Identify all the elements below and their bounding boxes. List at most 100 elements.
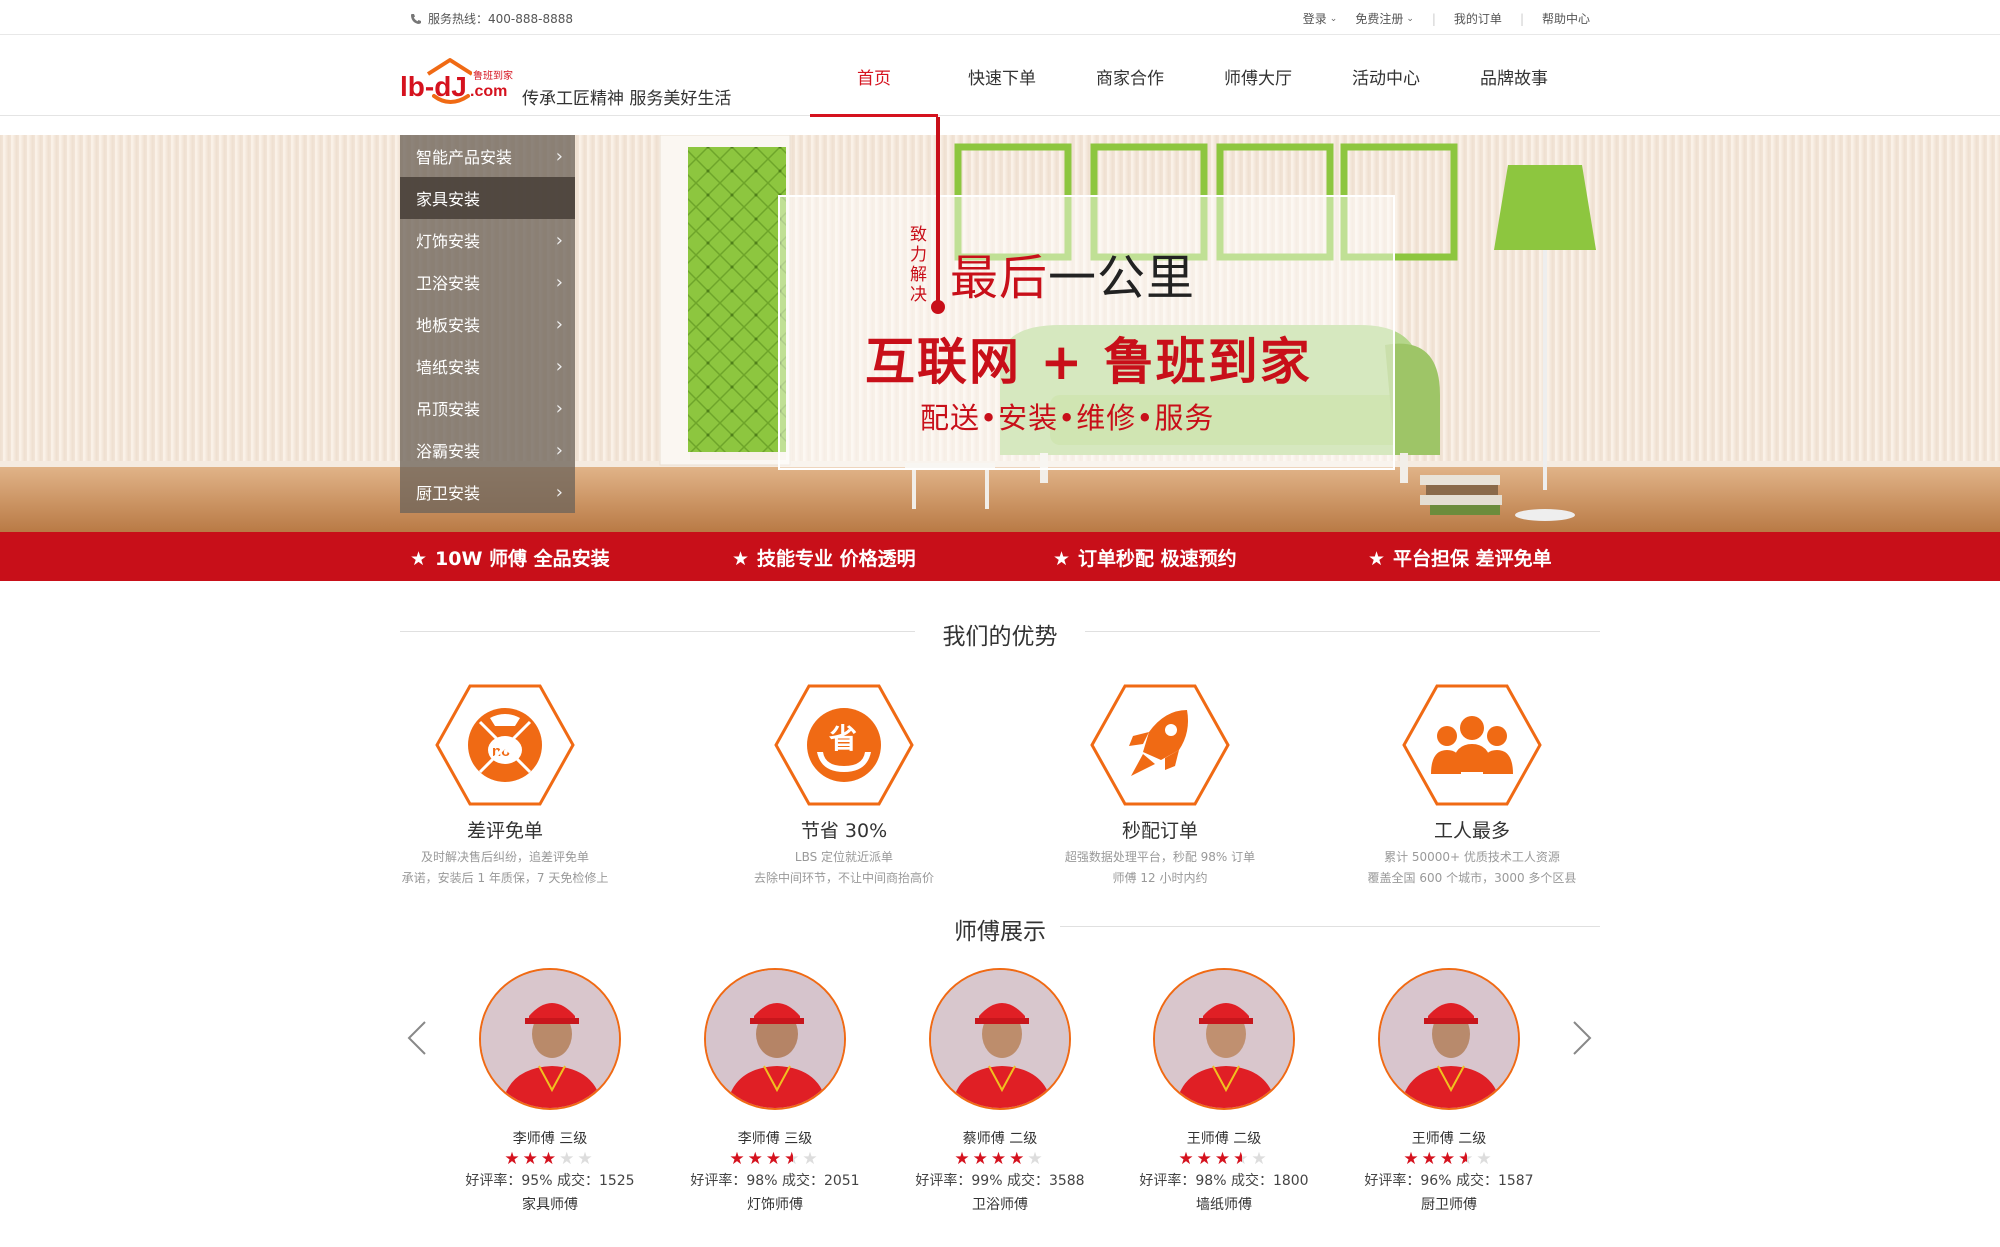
star-icon: ★ bbox=[765, 1149, 785, 1169]
star-icon: ★ bbox=[732, 548, 750, 570]
star-icon: ★ bbox=[1476, 1149, 1495, 1169]
master-photo bbox=[706, 970, 844, 1108]
category-item-flooring[interactable]: 地板安装 › bbox=[400, 303, 575, 345]
header: lb-dJ .com 鲁班到家 传承工匠精神 服务美好生活 首页 快速下单 商家… bbox=[0, 36, 2000, 117]
rating-stars: ★★★★★ bbox=[675, 1150, 875, 1168]
star-icon: ★ bbox=[1178, 1149, 1197, 1169]
nav-quick-order[interactable]: 快速下单 bbox=[938, 36, 1066, 116]
register-link[interactable]: 免费注册 ⌄ bbox=[1355, 10, 1414, 27]
chevron-right-icon: › bbox=[555, 355, 563, 377]
svg-text:省: 省 bbox=[829, 722, 857, 755]
advantage-item: 工人最多 累计 50000+ 优质技术工人资源 覆盖全国 600 个城市，3000… bbox=[1352, 680, 1592, 889]
star-icon: ★ bbox=[1421, 1149, 1440, 1169]
avatar bbox=[704, 968, 846, 1110]
star-icon: ★ bbox=[729, 1149, 748, 1169]
avatar bbox=[1153, 968, 1295, 1110]
category-item-bathroom[interactable]: 卫浴安装 › bbox=[400, 261, 575, 303]
advantage-item: 省 节省 30% LBS 定位就近派单 去除中间环节，不让中间商抬高价 bbox=[724, 680, 964, 889]
master-card[interactable]: 王师傅 二级 ★★★★★ 好评率：98% 成交：1800 墙纸师傅 bbox=[1124, 968, 1324, 1214]
features-strip: ★ 10W 师傅 全品安装 ★ 技能专业 价格透明 ★ 订单秒配 极速预约 ★ 平台担保… bbox=[0, 532, 2000, 581]
category-item-furniture[interactable]: 家具安装 bbox=[400, 177, 575, 219]
category-item-wallpaper[interactable]: 墙纸安装 › bbox=[400, 345, 575, 387]
avatar bbox=[929, 968, 1071, 1110]
chevron-right-icon bbox=[1573, 1021, 1592, 1055]
carousel-next-arrow[interactable] bbox=[1570, 1018, 1594, 1068]
star-icon: ★ bbox=[1027, 1149, 1046, 1169]
masters-title: 师傅展示 bbox=[400, 912, 1600, 945]
star-icon: ★ bbox=[802, 1149, 821, 1169]
nav-brand-story[interactable]: 品牌故事 bbox=[1450, 36, 1578, 116]
nav-merchant[interactable]: 商家合作 bbox=[1066, 36, 1194, 116]
svg-text:lb-dJ: lb-dJ bbox=[400, 71, 467, 102]
avatar bbox=[1378, 968, 1520, 1110]
master-card[interactable]: 蔡师傅 二级 ★★★★★ 好评率：99% 成交：3588 卫浴师傅 bbox=[900, 968, 1100, 1214]
master-card[interactable]: 王师傅 二级 ★★★★★ 好评率：96% 成交：1587 厨卫师傅 bbox=[1349, 968, 1549, 1214]
top-nav: 登录 ⌄ 免费注册 ⌄ | 我的订单 | 帮助中心 bbox=[1303, 10, 1590, 27]
star-icon: ★ bbox=[1368, 548, 1386, 570]
star-icon: ★ bbox=[522, 1149, 541, 1169]
hotline-text: 服务热线：400-888-8888 bbox=[428, 12, 574, 26]
feature-item: ★ 技能专业 价格透明 bbox=[732, 548, 916, 570]
no-bad-review-icon: no bbox=[435, 684, 575, 806]
phone-icon bbox=[411, 13, 421, 24]
divider: | bbox=[1519, 11, 1524, 26]
nav-activity[interactable]: 活动中心 bbox=[1322, 36, 1450, 116]
star-icon: ★ bbox=[1251, 1149, 1270, 1169]
master-card[interactable]: 李师傅 三级 ★★★★★ 好评率：95% 成交：1525 家具师傅 bbox=[450, 968, 650, 1214]
advantage-item: 秒配订单 超强数据处理平台，秒配 98% 订单 师傅 12 小时内约 bbox=[1040, 680, 1280, 889]
feature-item: ★ 10W 师傅 全品安装 bbox=[410, 548, 610, 570]
category-item-bath-heater[interactable]: 浴霸安装 › bbox=[400, 429, 575, 471]
logo[interactable]: lb-dJ .com 鲁班到家 bbox=[398, 56, 516, 106]
chevron-right-icon: › bbox=[555, 229, 563, 251]
feature-item: ★ 订单秒配 极速预约 bbox=[1053, 548, 1237, 570]
category-item-ceiling[interactable]: 吊顶安装 › bbox=[400, 387, 575, 429]
main-nav: 首页 快速下单 商家合作 师傅大厅 活动中心 品牌故事 bbox=[810, 36, 1578, 117]
category-item-smart-products[interactable]: 智能产品安装 › bbox=[400, 135, 575, 177]
feature-item: ★ 平台担保 差评免单 bbox=[1368, 548, 1552, 570]
nav-master-hall[interactable]: 师傅大厅 bbox=[1194, 36, 1322, 116]
chevron-down-icon: ⌄ bbox=[1406, 13, 1414, 24]
chevron-left-icon bbox=[407, 1021, 426, 1055]
slogan: 传承工匠精神 服务美好生活 bbox=[522, 89, 732, 109]
banner-red-line bbox=[936, 117, 940, 307]
star-icon: ★ bbox=[747, 1149, 766, 1169]
banner-last-mile: 最后一公里 bbox=[950, 250, 1196, 306]
login-link[interactable]: 登录 ⌄ bbox=[1303, 10, 1338, 27]
star-icon: ★ bbox=[1233, 1149, 1252, 1169]
save-money-icon: 省 bbox=[774, 684, 914, 806]
star-icon: ★ bbox=[1009, 1149, 1028, 1169]
category-item-kitchen-bath[interactable]: 厨卫安装 › bbox=[400, 471, 575, 513]
chevron-right-icon: › bbox=[555, 439, 563, 461]
rating-stars: ★★★★★ bbox=[1349, 1150, 1549, 1168]
star-icon: ★ bbox=[1403, 1149, 1422, 1169]
star-icon: ★ bbox=[784, 1149, 803, 1169]
my-orders-link[interactable]: 我的订单 bbox=[1454, 10, 1502, 27]
advantage-item: no 差评免单 及时解决售后纠纷，追差评免单承诺，安装后 1 年质保，7 天免检… bbox=[385, 680, 625, 889]
star-icon: ★ bbox=[1196, 1149, 1215, 1169]
carousel-prev-arrow[interactable] bbox=[405, 1018, 429, 1068]
svg-text:鲁班到家: 鲁班到家 bbox=[473, 69, 513, 82]
master-photo bbox=[1380, 970, 1518, 1108]
star-icon: ★ bbox=[972, 1149, 991, 1169]
master-card[interactable]: 李师傅 三级 ★★★★★ 好评率：98% 成交：2051 灯饰师傅 bbox=[675, 968, 875, 1214]
rating-stars: ★★★★★ bbox=[1124, 1150, 1324, 1168]
svg-text:.com: .com bbox=[470, 83, 507, 100]
advantages-title: 我们的优势 bbox=[400, 617, 1600, 650]
star-icon: ★ bbox=[504, 1149, 523, 1169]
star-icon: ★ bbox=[1214, 1149, 1234, 1169]
master-photo bbox=[931, 970, 1069, 1108]
chevron-right-icon: › bbox=[555, 397, 563, 419]
master-photo bbox=[481, 970, 619, 1108]
banner-red-knot bbox=[931, 300, 945, 314]
star-icon: ★ bbox=[540, 1149, 560, 1169]
chevron-right-icon: › bbox=[555, 481, 563, 503]
nav-home[interactable]: 首页 bbox=[810, 36, 938, 117]
divider: | bbox=[1431, 11, 1436, 26]
rocket-icon bbox=[1090, 684, 1230, 806]
help-center-link[interactable]: 帮助中心 bbox=[1542, 10, 1590, 27]
chevron-right-icon: › bbox=[555, 313, 563, 335]
category-item-lighting[interactable]: 灯饰安装 › bbox=[400, 219, 575, 261]
star-icon: ★ bbox=[1053, 548, 1071, 570]
chevron-down-icon: ⌄ bbox=[1329, 13, 1338, 24]
banner-headline: 互联网 + 鲁班到家 bbox=[865, 333, 1312, 391]
